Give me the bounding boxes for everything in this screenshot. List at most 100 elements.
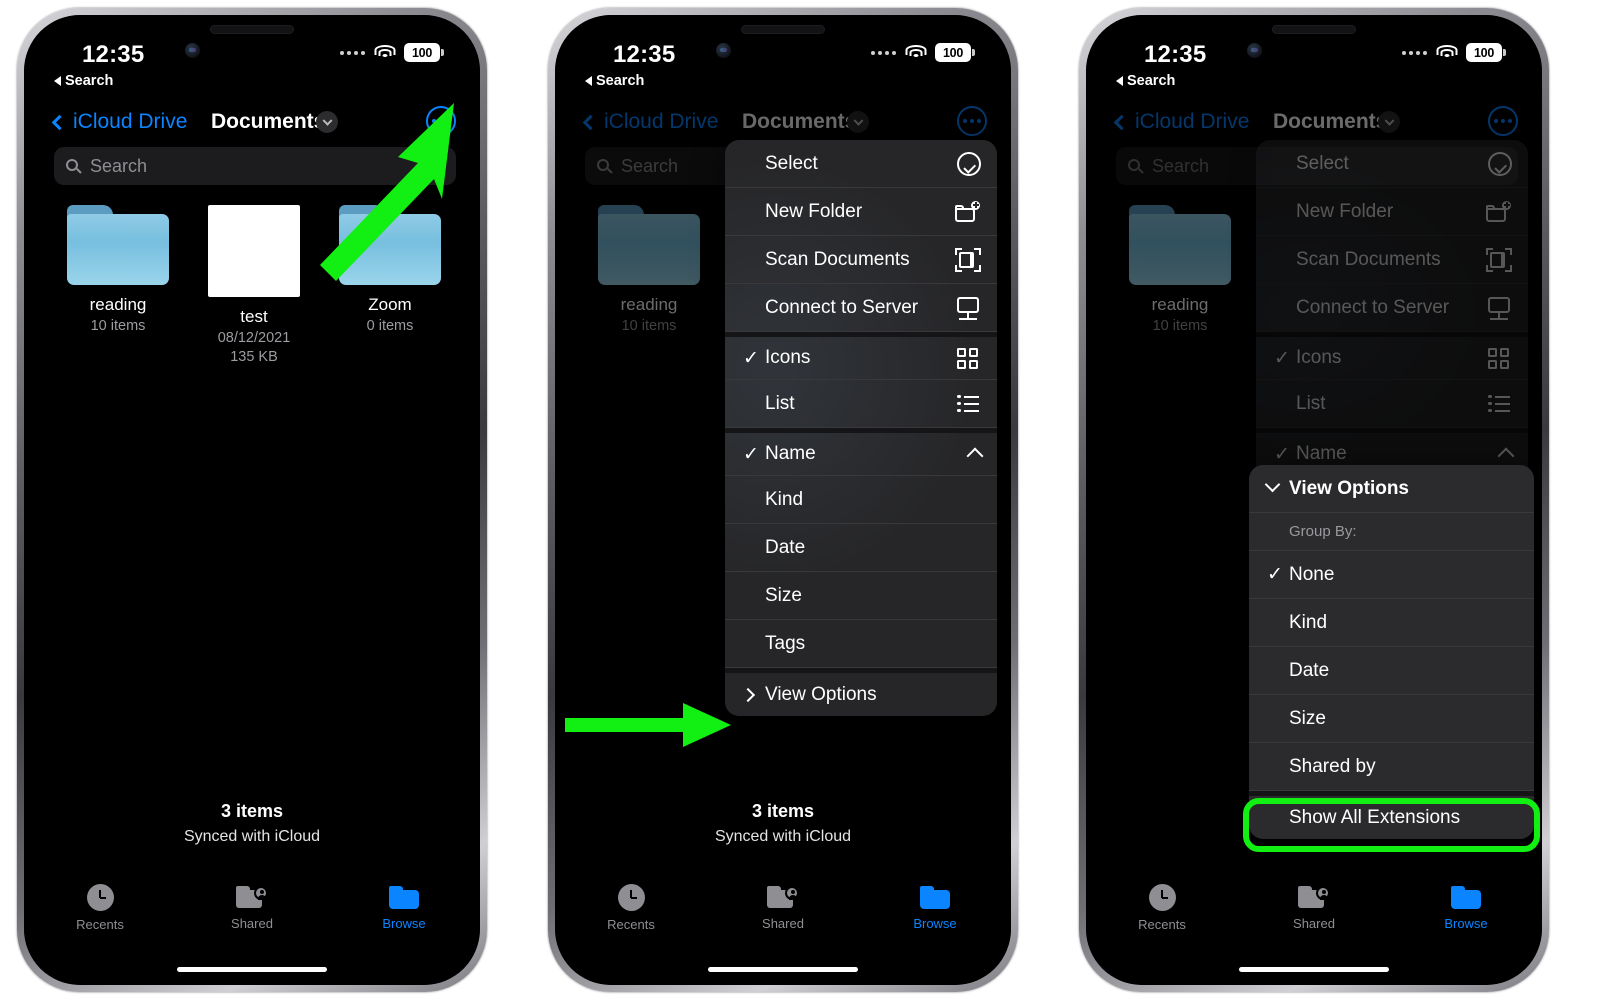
tab-label: Recents: [76, 917, 124, 932]
menu-item-kind[interactable]: Kind: [725, 476, 997, 524]
file-item-reading[interactable]: reading 10 items: [581, 205, 717, 334]
chevron-left-icon: [1113, 114, 1130, 130]
menu-item-connect-to-server[interactable]: Connect to Server: [725, 284, 997, 332]
tab-recents[interactable]: Recents: [1086, 884, 1238, 932]
nav-back-label: iCloud Drive: [604, 110, 719, 133]
page-title: Documents: [742, 110, 857, 133]
submenu-item-size[interactable]: Size: [1249, 695, 1534, 743]
menu-item-icons[interactable]: ✓ Icons: [1256, 332, 1528, 380]
checkmark-icon: ✓: [743, 443, 759, 465]
search-placeholder: Search: [90, 155, 148, 176]
menu-item-date[interactable]: Date: [725, 524, 997, 572]
tab-browse[interactable]: Browse: [1390, 885, 1542, 931]
tab-label: Shared: [1293, 915, 1335, 931]
clock-icon: [617, 884, 645, 911]
menu-item-label: List: [1296, 392, 1326, 414]
nav-back-label: iCloud Drive: [1135, 110, 1250, 133]
status-bar: 12:35 Search 100: [555, 41, 1011, 89]
menu-item-icons[interactable]: ✓ Icons: [725, 332, 997, 380]
file-name: reading: [1151, 295, 1209, 314]
menu-item-name[interactable]: ✓ Name: [725, 428, 997, 476]
menu-item-scan-documents[interactable]: Scan Documents: [725, 236, 997, 284]
tab-shared[interactable]: Shared: [1238, 885, 1390, 931]
menu-item-scan-documents[interactable]: Scan Documents: [1256, 236, 1528, 284]
chevron-down-icon[interactable]: [1378, 111, 1400, 133]
menu-item-new-folder[interactable]: New Folder: [1256, 188, 1528, 236]
submenu-header-view-options[interactable]: View Options: [1249, 465, 1534, 513]
file-meta: 10 items: [90, 318, 146, 334]
file-item-reading[interactable]: reading 10 items: [50, 205, 186, 365]
file-name: Zoom: [368, 295, 412, 314]
home-indicator[interactable]: [708, 967, 858, 972]
home-indicator[interactable]: [1239, 967, 1389, 972]
menu-item-connect-to-server[interactable]: Connect to Server: [1256, 284, 1528, 332]
submenu-item-label: Date: [1289, 659, 1330, 681]
annotation-arrow-to-view-options: [565, 703, 731, 747]
phone-1-screen: 12:35 Search 100 iCloud Drive Documents …: [24, 15, 480, 985]
back-to-search[interactable]: Search: [585, 73, 644, 89]
menu-item-label: Size: [765, 584, 802, 606]
phone-2-bezel: 12:35 Search 100 iCloud Drive Documents …: [555, 15, 1011, 985]
nav-back-button[interactable]: iCloud Drive: [582, 110, 719, 134]
home-indicator[interactable]: [177, 967, 327, 972]
submenu-item-shared-by[interactable]: Shared by: [1249, 743, 1534, 791]
tab-browse[interactable]: Browse: [859, 885, 1011, 931]
chevron-right-icon: [740, 684, 765, 706]
back-triangle-icon: [54, 76, 61, 86]
wifi-icon: [905, 44, 926, 61]
tab-recents[interactable]: Recents: [555, 884, 707, 932]
grid-icon: [955, 345, 981, 371]
menu-item-new-folder[interactable]: New Folder: [725, 188, 997, 236]
back-to-search[interactable]: Search: [1116, 73, 1175, 89]
menu-item-size[interactable]: Size: [725, 572, 997, 620]
file-meta: 0 items: [366, 318, 414, 334]
shared-folder-icon: [236, 885, 268, 910]
search-placeholder: Search: [1152, 155, 1210, 176]
file-item-reading[interactable]: reading 10 items: [1112, 205, 1248, 334]
nav-back-button[interactable]: iCloud Drive: [1113, 110, 1250, 134]
menu-item-list[interactable]: List: [1256, 380, 1528, 428]
tab-label: Recents: [607, 917, 655, 932]
submenu-item-none[interactable]: ✓ None: [1249, 551, 1534, 599]
list-icon: [1486, 391, 1512, 417]
battery-level: 100: [935, 43, 971, 62]
menu-item-select[interactable]: Select: [725, 140, 997, 188]
menu-item-select[interactable]: Select: [1256, 140, 1528, 188]
submenu-item-date[interactable]: Date: [1249, 647, 1534, 695]
folder-icon: [1451, 885, 1481, 910]
ellipsis-circle-icon[interactable]: [957, 106, 987, 136]
sync-status: Synced with iCloud: [714, 828, 852, 845]
nav-back-button[interactable]: iCloud Drive: [51, 110, 187, 134]
tab-browse[interactable]: Browse: [328, 885, 480, 931]
submenu-item-kind[interactable]: Kind: [1249, 599, 1534, 647]
status-right: 100: [1402, 43, 1506, 62]
checkmark-icon: ✓: [1274, 443, 1290, 465]
menu-item-label: Connect to Server: [765, 296, 919, 318]
tab-shared[interactable]: Shared: [176, 885, 328, 931]
back-to-search[interactable]: Search: [54, 73, 113, 89]
ellipsis-circle-icon[interactable]: [1488, 106, 1518, 136]
submenu-item-show-all-extensions[interactable]: Show All Extensions: [1249, 791, 1534, 839]
menu-item-label: New Folder: [1296, 200, 1394, 222]
back-app-label: Search: [65, 73, 114, 89]
checkmark-icon: ✓: [1274, 347, 1290, 369]
earpiece-speaker: [210, 25, 294, 34]
battery-indicator: 100: [1466, 43, 1506, 62]
back-app-label: Search: [1127, 73, 1176, 89]
menu-item-label: View Options: [765, 683, 877, 705]
footer-status: 3 items Synced with iCloud: [555, 801, 1011, 846]
file-meta: 10 items: [1152, 318, 1208, 334]
menu-item-label: Icons: [1296, 347, 1342, 368]
menu-item-label: Select: [765, 152, 818, 174]
tab-bar: Recents Shared Browse: [1086, 875, 1542, 941]
chevron-down-icon[interactable]: [847, 111, 869, 133]
tab-label: Shared: [762, 915, 804, 931]
tab-shared[interactable]: Shared: [707, 885, 859, 931]
menu-item-tags[interactable]: Tags: [725, 620, 997, 668]
status-bar: 12:35 Search 100: [1086, 41, 1542, 89]
menu-item-list[interactable]: List: [725, 380, 997, 428]
menu-item-view-options[interactable]: View Options: [725, 668, 997, 716]
tab-recents[interactable]: Recents: [24, 884, 176, 932]
menu-item-label: Name: [1296, 443, 1347, 464]
earpiece-speaker: [1272, 25, 1356, 34]
